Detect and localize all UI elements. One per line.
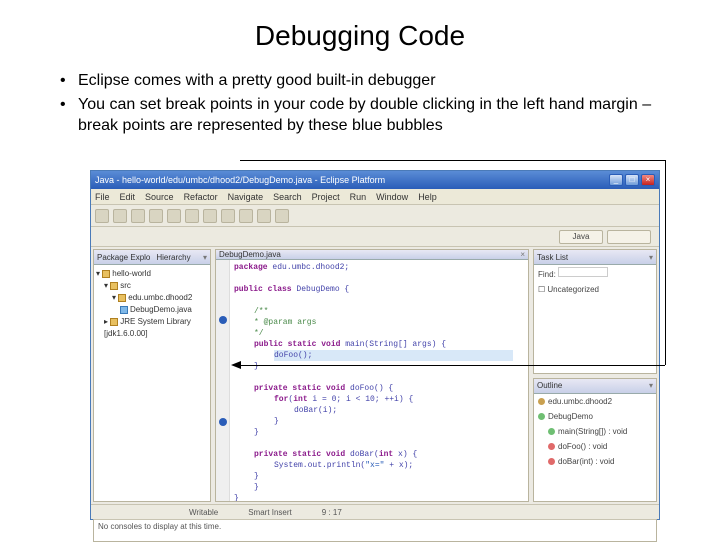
tab-hierarchy[interactable]: Hierarchy	[156, 253, 190, 262]
package-icon	[538, 398, 545, 405]
new-package-icon[interactable]	[203, 209, 217, 223]
save-icon[interactable]	[113, 209, 127, 223]
status-position: 9 : 17	[322, 508, 342, 517]
menu-navigate[interactable]: Navigate	[228, 192, 264, 202]
method-icon	[548, 443, 555, 450]
jre-icon	[110, 318, 118, 326]
code-editor[interactable]: package package edu.umbc.dhood2;edu.umbc…	[216, 260, 528, 502]
perspective-open[interactable]	[607, 230, 651, 244]
slide-title: Debugging Code	[40, 20, 680, 52]
editor-pane: DebugDemo.java × package package edu.umb…	[215, 249, 529, 502]
menu-refactor[interactable]: Refactor	[184, 192, 218, 202]
callout-arrow	[240, 160, 665, 161]
forward-icon[interactable]	[275, 209, 289, 223]
maximize-button[interactable]: □	[625, 174, 639, 186]
package-icon	[118, 294, 126, 302]
back-icon[interactable]	[257, 209, 271, 223]
java-file-icon	[120, 306, 128, 314]
status-bar: Writable Smart Insert 9 : 17	[91, 504, 659, 519]
editor-tab[interactable]: DebugDemo.java	[219, 250, 281, 259]
src-folder-icon	[110, 282, 118, 290]
debug-icon[interactable]	[149, 209, 163, 223]
class-icon	[538, 413, 545, 420]
menu-search[interactable]: Search	[273, 192, 302, 202]
editor-gutter[interactable]	[216, 260, 230, 502]
open-type-icon[interactable]	[221, 209, 235, 223]
menu-project[interactable]: Project	[312, 192, 340, 202]
pane-menu-icon[interactable]: ▾	[203, 253, 207, 262]
method-icon	[548, 428, 555, 435]
bullet-2: You can set break points in your code by…	[60, 94, 680, 137]
status-insert: Smart Insert	[248, 508, 292, 517]
menu-window[interactable]: Window	[376, 192, 408, 202]
project-icon	[102, 270, 110, 278]
pane-menu-icon[interactable]: ▾	[649, 381, 653, 390]
pane-menu-icon[interactable]: ▾	[649, 253, 653, 262]
menu-bar: File Edit Source Refactor Navigate Searc…	[91, 189, 659, 205]
project-tree[interactable]: ▾ hello-world ▾ src ▾ edu.umbc.dhood2 De…	[94, 265, 210, 343]
eclipse-screenshot: Java - hello-world/edu/umbc/dhood2/Debug…	[90, 170, 660, 520]
callout-arrow	[665, 160, 666, 365]
breakpoint-icon[interactable]	[219, 316, 227, 324]
window-title: Java - hello-world/edu/umbc/dhood2/Debug…	[95, 175, 385, 185]
bullet-list: Eclipse comes with a pretty good built-i…	[60, 70, 680, 137]
outline-pane: Outline▾ edu.umbc.dhood2 DebugDemo main(…	[533, 378, 657, 503]
perspective-java[interactable]: Java	[559, 230, 603, 244]
new-class-icon[interactable]	[185, 209, 199, 223]
menu-help[interactable]: Help	[418, 192, 437, 202]
method-icon	[548, 458, 555, 465]
new-icon[interactable]	[95, 209, 109, 223]
task-list-pane: Task List▾ Find: ☐ Uncategorized	[533, 249, 657, 374]
find-input[interactable]	[558, 267, 608, 277]
perspective-bar: Java	[91, 227, 659, 247]
tab-task-list[interactable]: Task List	[537, 253, 568, 262]
console-body: No consoles to display at this time.	[94, 520, 656, 533]
close-button[interactable]: ×	[641, 174, 655, 186]
menu-file[interactable]: File	[95, 192, 110, 202]
run-icon[interactable]	[167, 209, 181, 223]
print-icon[interactable]	[131, 209, 145, 223]
toolbar	[91, 205, 659, 227]
editor-close-icon[interactable]: ×	[520, 250, 525, 259]
breakpoint-icon[interactable]	[219, 418, 227, 426]
minimize-button[interactable]: _	[609, 174, 623, 186]
titlebar: Java - hello-world/edu/umbc/dhood2/Debug…	[91, 171, 659, 189]
tab-outline[interactable]: Outline	[537, 381, 562, 390]
search-icon[interactable]	[239, 209, 253, 223]
menu-source[interactable]: Source	[145, 192, 174, 202]
package-explorer-pane: Package Explo Hierarchy ▾ ▾ hello-world …	[93, 249, 211, 502]
status-writable: Writable	[189, 508, 218, 517]
bullet-1: Eclipse comes with a pretty good built-i…	[60, 70, 680, 92]
menu-run[interactable]: Run	[350, 192, 367, 202]
menu-edit[interactable]: Edit	[120, 192, 136, 202]
tab-package-explorer[interactable]: Package Explo	[97, 253, 150, 262]
